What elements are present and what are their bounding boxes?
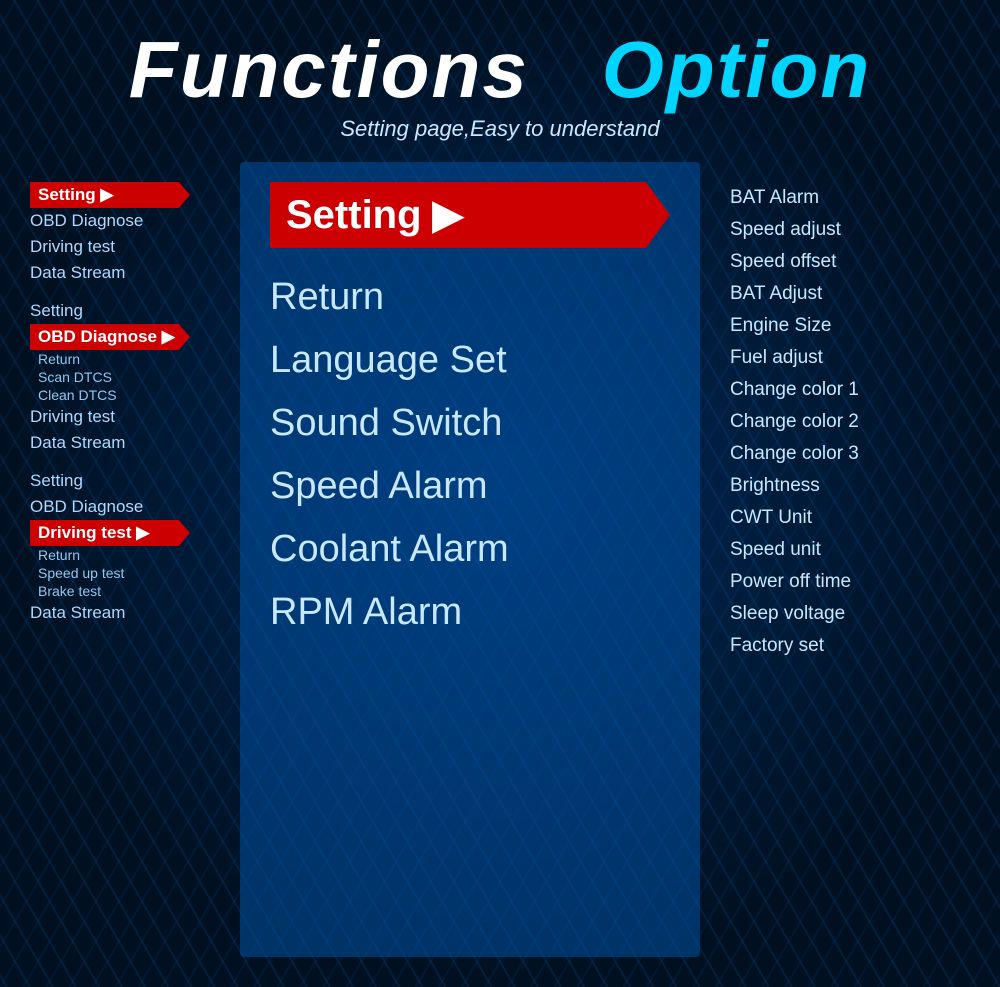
left-item-clean-2[interactable]: Clean DTCS	[30, 386, 220, 404]
middle-item-return[interactable]: Return	[270, 266, 670, 329]
left-item-return-3[interactable]: Return	[30, 546, 220, 564]
middle-item-language[interactable]: Language Set	[270, 329, 670, 392]
left-group-3: Setting OBD Diagnose Driving test ▶ Retu…	[30, 468, 220, 626]
right-item-cwt-unit[interactable]: CWT Unit	[730, 502, 980, 534]
middle-item-rpm[interactable]: RPM Alarm	[270, 581, 670, 644]
middle-panel: Setting ▶ Return Language Set Sound Swit…	[240, 162, 700, 957]
right-item-change-color-2[interactable]: Change color 2	[730, 406, 980, 438]
right-item-bat-alarm[interactable]: BAT Alarm	[730, 182, 980, 214]
left-item-data-1[interactable]: Data Stream	[30, 260, 220, 286]
right-item-change-color-3[interactable]: Change color 3	[730, 438, 980, 470]
left-item-driving-1[interactable]: Driving test	[30, 234, 220, 260]
right-item-change-color-1[interactable]: Change color 1	[730, 374, 980, 406]
panels-container: Setting ▶ OBD Diagnose Driving test Data…	[0, 152, 1000, 987]
right-item-sleep-voltage[interactable]: Sleep voltage	[730, 598, 980, 630]
right-item-speed-adjust[interactable]: Speed adjust	[730, 214, 980, 246]
left-item-scan-2[interactable]: Scan DTCS	[30, 368, 220, 386]
left-item-setting-2[interactable]: Setting	[30, 298, 220, 324]
left-item-speedup-3[interactable]: Speed up test	[30, 564, 220, 582]
middle-item-coolant[interactable]: Coolant Alarm	[270, 518, 670, 581]
left-item-obd-3[interactable]: OBD Diagnose	[30, 494, 220, 520]
main-title: Functions Option	[129, 30, 872, 110]
middle-item-sound[interactable]: Sound Switch	[270, 392, 670, 455]
left-item-obd-2[interactable]: OBD Diagnose ▶	[30, 324, 190, 350]
left-item-setting-1[interactable]: Setting ▶	[30, 182, 190, 208]
left-item-brake-3[interactable]: Brake test	[30, 582, 220, 600]
left-item-data-3[interactable]: Data Stream	[30, 600, 220, 626]
left-item-driving-3[interactable]: Driving test ▶	[30, 520, 190, 546]
left-item-data-2[interactable]: Data Stream	[30, 430, 220, 456]
subtitle: Setting page,Easy to understand	[129, 116, 872, 142]
left-group-2: Setting OBD Diagnose ▶ Return Scan DTCS …	[30, 298, 220, 456]
left-item-setting-3[interactable]: Setting	[30, 468, 220, 494]
left-item-return-2[interactable]: Return	[30, 350, 220, 368]
left-item-obd-1[interactable]: OBD Diagnose	[30, 208, 220, 234]
title-functions: Functions	[129, 25, 529, 114]
right-item-engine-size[interactable]: Engine Size	[730, 310, 980, 342]
middle-item-speed-alarm[interactable]: Speed Alarm	[270, 455, 670, 518]
middle-selected[interactable]: Setting ▶	[270, 182, 670, 248]
left-item-driving-2[interactable]: Driving test	[30, 404, 220, 430]
right-item-speed-unit[interactable]: Speed unit	[730, 534, 980, 566]
left-panel: Setting ▶ OBD Diagnose Driving test Data…	[0, 162, 240, 957]
title-option: Option	[602, 25, 872, 114]
right-item-brightness[interactable]: Brightness	[730, 470, 980, 502]
right-item-fuel-adjust[interactable]: Fuel adjust	[730, 342, 980, 374]
left-group-1: Setting ▶ OBD Diagnose Driving test Data…	[30, 182, 220, 286]
right-item-speed-offset[interactable]: Speed offset	[730, 246, 980, 278]
header: Functions Option Setting page,Easy to un…	[109, 0, 892, 152]
right-item-power-off[interactable]: Power off time	[730, 566, 980, 598]
right-item-bat-adjust[interactable]: BAT Adjust	[730, 278, 980, 310]
right-item-factory-set[interactable]: Factory set	[730, 630, 980, 662]
right-panel: BAT Alarm Speed adjust Speed offset BAT …	[700, 162, 1000, 957]
